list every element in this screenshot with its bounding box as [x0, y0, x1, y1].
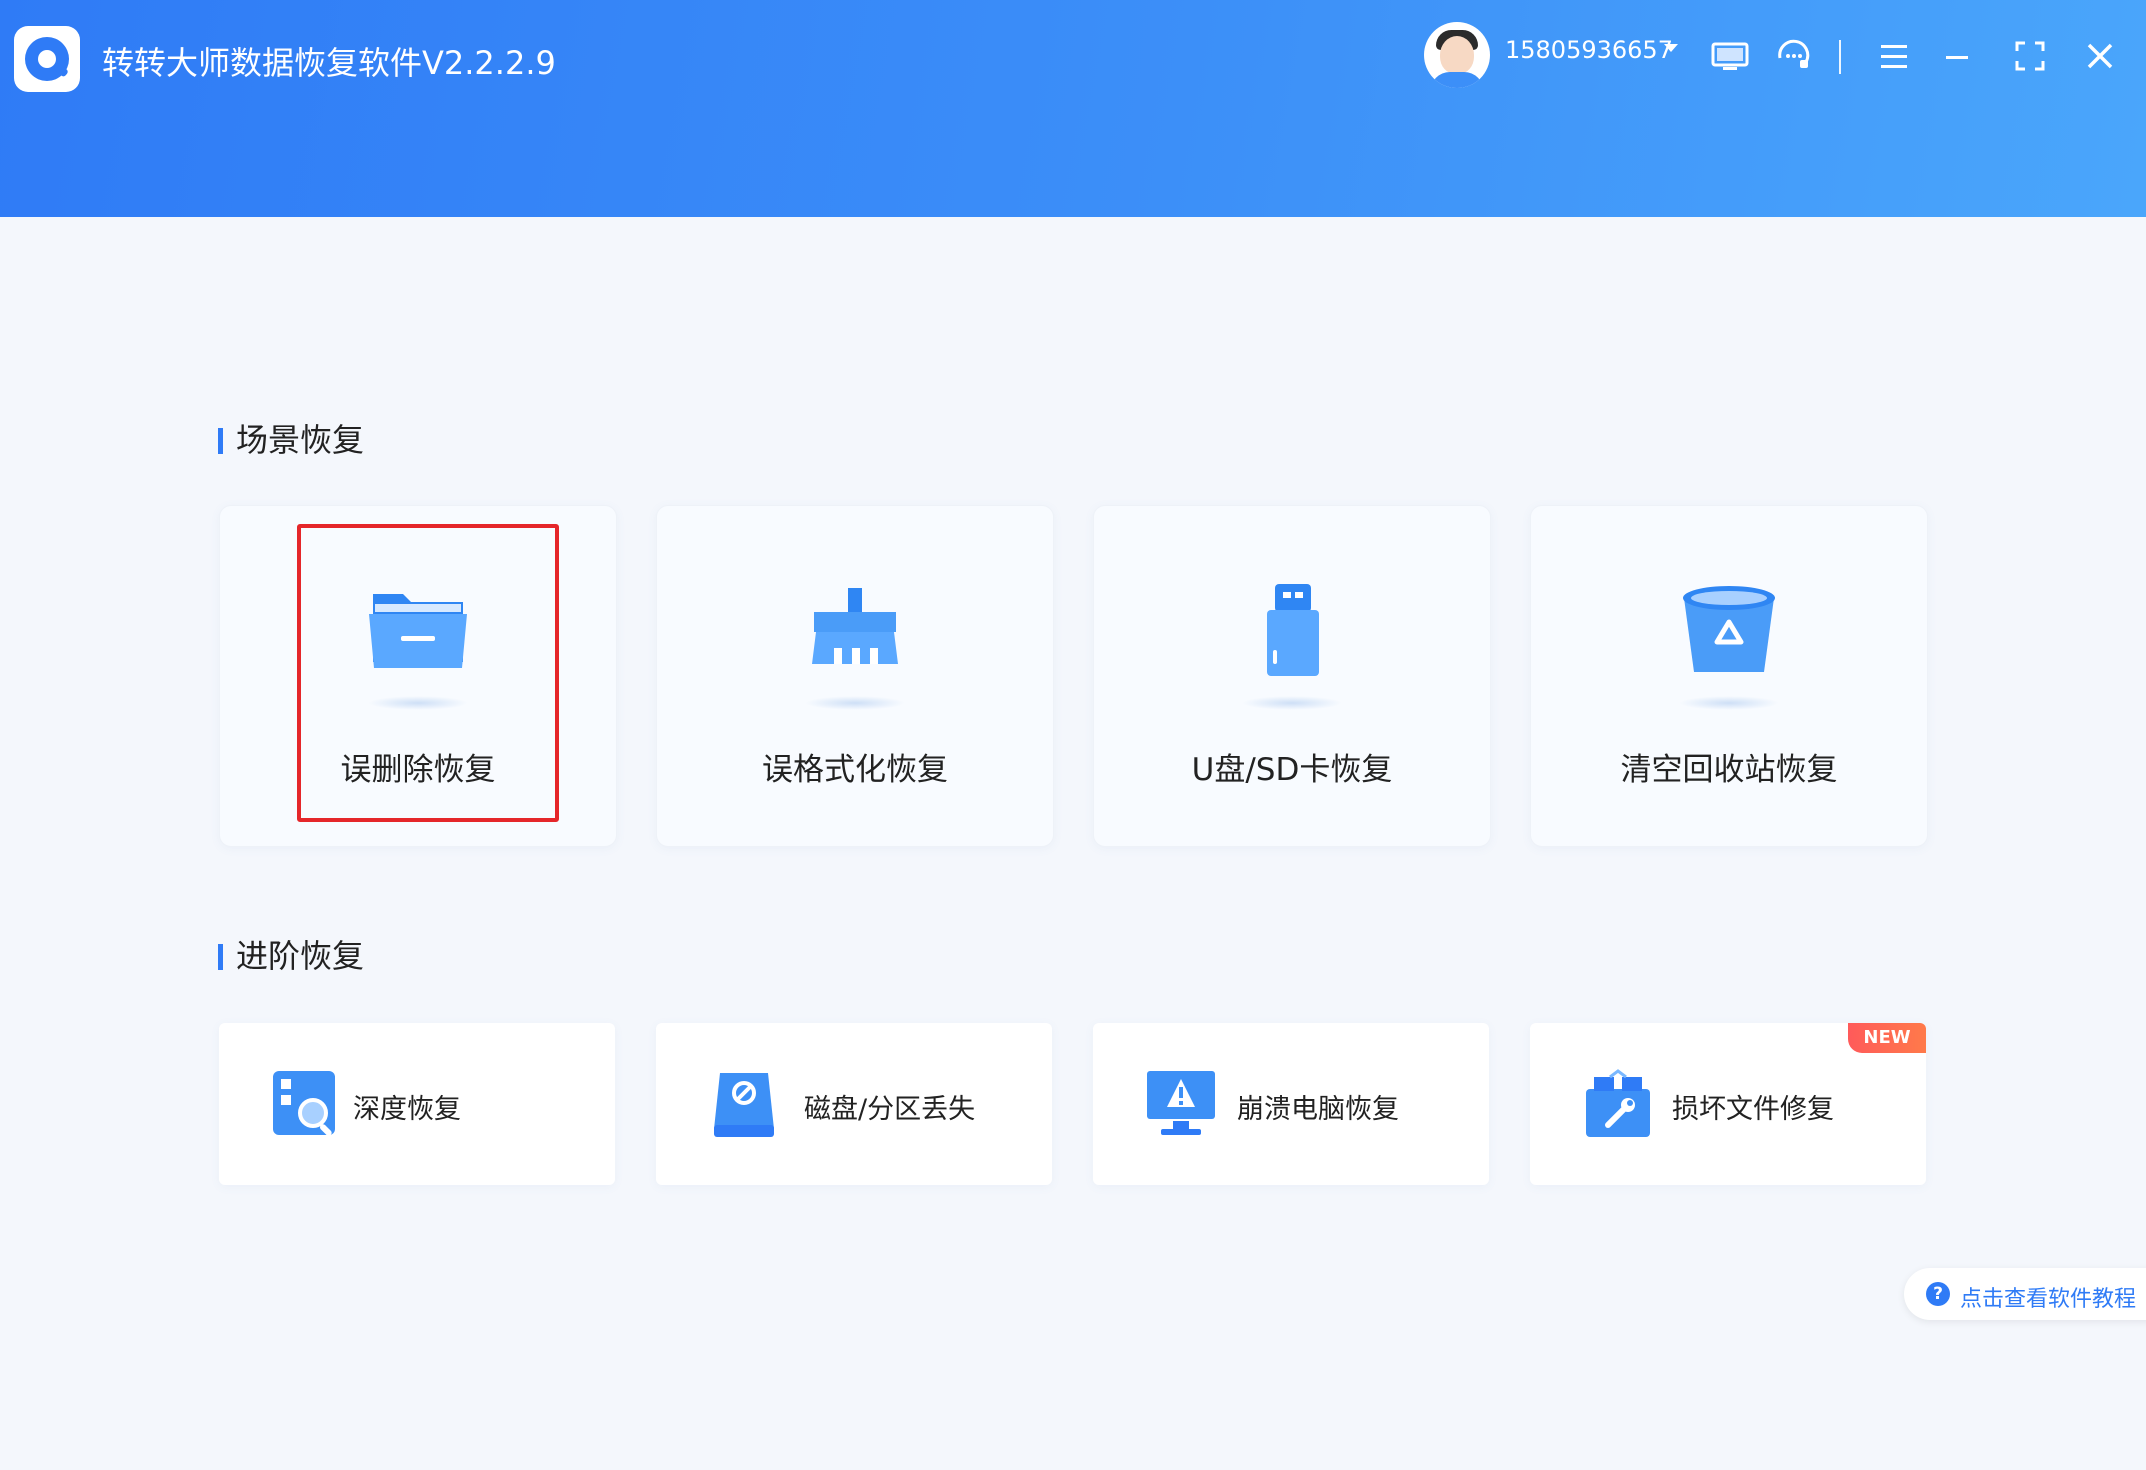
card-label: U盘/SD卡恢复 — [1191, 752, 1393, 788]
card-deep-recovery[interactable]: 深度恢复 — [219, 1023, 615, 1185]
crashed-pc-icon — [1147, 1071, 1215, 1135]
help-icon: ? — [1926, 1282, 1950, 1306]
card-file-repair[interactable]: 损坏文件修复 NEW — [1530, 1023, 1926, 1185]
account-dropdown-icon[interactable] — [1664, 44, 1678, 52]
card-label: 误格式化恢复 — [762, 752, 948, 788]
usb-drive-icon — [1267, 584, 1319, 676]
menu-icon[interactable] — [1874, 36, 1914, 76]
monitor-icon[interactable] — [1710, 36, 1750, 76]
support-chat-icon[interactable] — [1774, 36, 1814, 76]
card-label: 崩溃电脑恢复 — [1237, 1094, 1399, 1125]
section-title-advanced: 进阶恢复 — [218, 938, 364, 974]
tutorial-label: 点击查看软件教程 — [1960, 1287, 2137, 1312]
user-avatar[interactable] — [1424, 22, 1490, 88]
broom-icon — [812, 588, 898, 664]
card-label: 磁盘/分区丢失 — [804, 1094, 976, 1125]
card-crashed-pc[interactable]: 崩溃电脑恢复 — [1093, 1023, 1489, 1185]
app-title: 转转大师数据恢复软件V2.2.2.9 — [102, 44, 556, 82]
card-recycle-bin[interactable]: 清空回收站恢复 — [1530, 505, 1928, 847]
deep-scan-icon — [273, 1071, 335, 1136]
title-bar: 转转大师数据恢复软件V2.2.2.9 15805936657 — [0, 0, 2146, 217]
recycle-bin-icon — [1683, 586, 1775, 672]
section-title-scene: 场景恢复 — [218, 422, 364, 458]
tutorial-link[interactable]: ? 点击查看软件教程 — [1904, 1268, 2146, 1320]
fullscreen-icon[interactable] — [2010, 36, 2050, 76]
card-label: 损坏文件修复 — [1672, 1094, 1834, 1125]
card-disk-partition-lost[interactable]: 磁盘/分区丢失 — [656, 1023, 1052, 1185]
card-accidental-format[interactable]: 误格式化恢复 — [656, 505, 1054, 847]
minimize-icon[interactable] — [1938, 36, 1978, 76]
close-icon[interactable] — [2080, 36, 2120, 76]
new-badge: NEW — [1848, 1023, 1926, 1053]
card-usb-sd[interactable]: U盘/SD卡恢复 — [1093, 505, 1491, 847]
header-divider — [1839, 40, 1841, 74]
file-repair-icon — [1586, 1069, 1650, 1137]
app-logo-icon — [14, 26, 80, 92]
selection-highlight — [297, 524, 559, 822]
disk-icon — [714, 1073, 774, 1137]
card-label: 清空回收站恢复 — [1620, 752, 1838, 788]
card-label: 深度恢复 — [353, 1094, 461, 1125]
user-phone[interactable]: 15805936657 — [1505, 36, 1673, 64]
